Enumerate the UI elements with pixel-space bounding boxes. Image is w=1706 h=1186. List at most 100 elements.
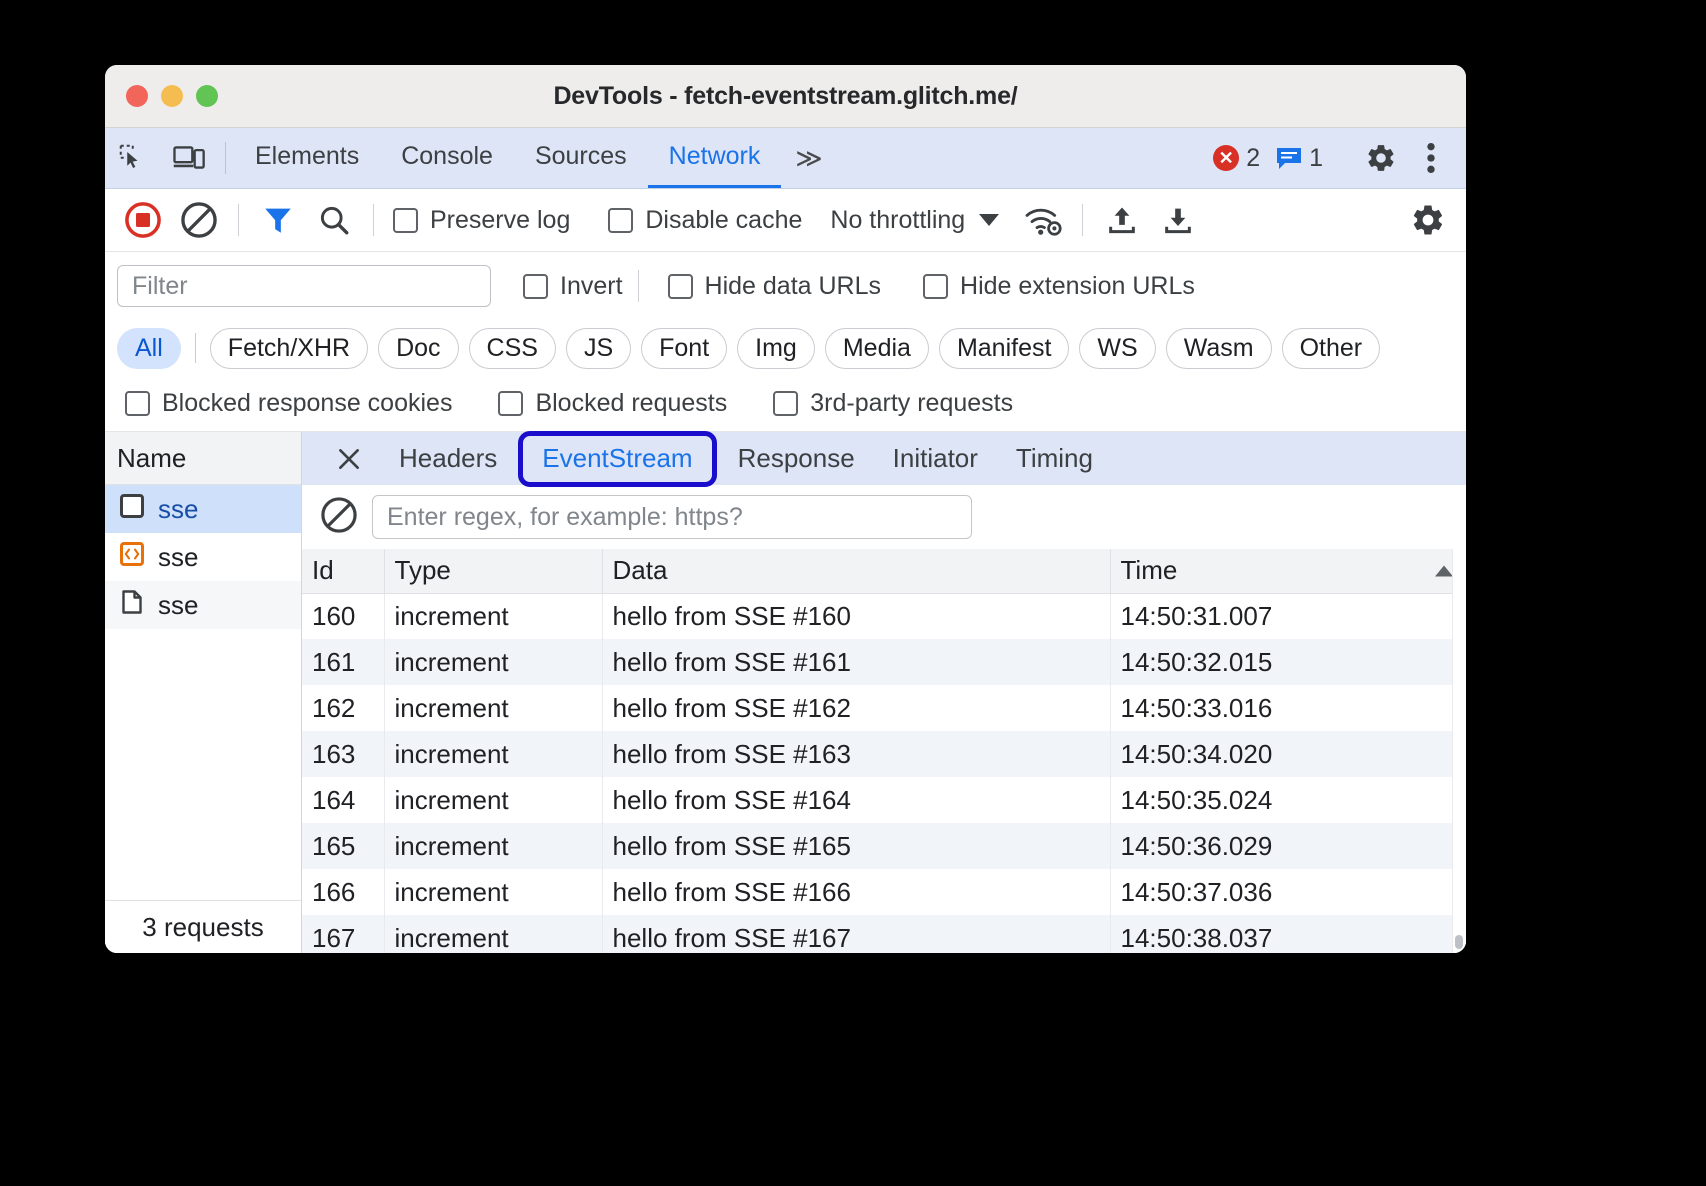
- detail-tab-initiator[interactable]: Initiator: [874, 432, 997, 485]
- cell-id: 165: [302, 823, 384, 869]
- table-row[interactable]: 167 increment hello from SSE #167 14:50:…: [302, 915, 1466, 953]
- table-row[interactable]: 164 increment hello from SSE #164 14:50:…: [302, 777, 1466, 823]
- inspect-element-icon[interactable]: [105, 128, 161, 188]
- disable-cache-label: Disable cache: [645, 206, 802, 235]
- eventstream-regex-input[interactable]: [372, 495, 972, 539]
- type-filter-img[interactable]: Img: [737, 328, 815, 369]
- request-name-column-header[interactable]: Name: [105, 432, 301, 485]
- hide-extension-urls-checkbox[interactable]: Hide extension URLs: [917, 272, 1201, 301]
- detail-tab-eventstream[interactable]: EventStream: [518, 431, 716, 487]
- toolbar-divider-3: [1082, 204, 1083, 236]
- type-filter-all[interactable]: All: [117, 328, 181, 369]
- cell-id: 162: [302, 685, 384, 731]
- disable-cache-checkbox[interactable]: Disable cache: [602, 206, 808, 235]
- more-tabs-button[interactable]: ≫: [781, 128, 836, 188]
- type-filter-other[interactable]: Other: [1282, 328, 1381, 369]
- cell-time: 14:50:36.029: [1110, 823, 1466, 869]
- type-filter-font[interactable]: Font: [641, 328, 727, 369]
- filter-funnel-icon[interactable]: [252, 194, 304, 246]
- tab-elements[interactable]: Elements: [234, 128, 380, 188]
- detail-tab-headers[interactable]: Headers: [380, 432, 516, 485]
- device-toolbar-icon[interactable]: [161, 128, 217, 188]
- type-filter-doc[interactable]: Doc: [378, 328, 458, 369]
- devtools-tabbar-right: ✕ 2 1: [1213, 128, 1466, 188]
- search-icon[interactable]: [308, 194, 360, 246]
- detail-tab-bar: Headers EventStream Response Initiator T…: [302, 432, 1466, 485]
- hide-data-urls-checkbox[interactable]: Hide data URLs: [662, 272, 887, 301]
- column-header-id[interactable]: Id: [302, 549, 384, 593]
- column-header-type[interactable]: Type: [384, 549, 602, 593]
- type-filter-css[interactable]: CSS: [469, 328, 556, 369]
- type-filter-ws[interactable]: WS: [1079, 328, 1155, 369]
- blocked-response-cookies-box[interactable]: [125, 391, 150, 416]
- chevron-down-icon: [979, 214, 999, 226]
- table-row[interactable]: 161 increment hello from SSE #161 14:50:…: [302, 639, 1466, 685]
- blocked-response-cookies-checkbox[interactable]: Blocked response cookies: [119, 389, 458, 418]
- cell-data: hello from SSE #167: [602, 915, 1110, 953]
- third-party-requests-checkbox[interactable]: 3rd-party requests: [767, 389, 1019, 418]
- detail-tab-timing[interactable]: Timing: [997, 432, 1112, 485]
- table-row[interactable]: 166 increment hello from SSE #166 14:50:…: [302, 869, 1466, 915]
- table-row[interactable]: 162 increment hello from SSE #162 14:50:…: [302, 685, 1466, 731]
- gear-icon[interactable]: [1356, 133, 1406, 183]
- cell-type: increment: [384, 731, 602, 777]
- request-list: sse sse: [105, 485, 301, 900]
- table-row[interactable]: 160 increment hello from SSE #160 14:50:…: [302, 593, 1466, 639]
- column-header-time[interactable]: Time: [1110, 549, 1466, 593]
- close-icon[interactable]: [318, 432, 380, 485]
- blocked-square-icon: [119, 493, 145, 526]
- invert-checkbox[interactable]: Invert: [517, 272, 629, 301]
- cell-time: 14:50:34.020: [1110, 731, 1466, 777]
- clear-events-icon[interactable]: [320, 496, 358, 539]
- blocked-requests-box[interactable]: [498, 391, 523, 416]
- filter-input[interactable]: [117, 265, 491, 307]
- network-settings-gear-icon[interactable]: [1402, 194, 1454, 246]
- type-filter-js[interactable]: JS: [566, 328, 631, 369]
- tab-network[interactable]: Network: [648, 128, 782, 188]
- vertical-scrollbar[interactable]: [1452, 549, 1466, 953]
- table-row[interactable]: 165 increment hello from SSE #165 14:50:…: [302, 823, 1466, 869]
- preserve-log-checkbox[interactable]: Preserve log: [387, 206, 576, 235]
- cell-type: increment: [384, 685, 602, 731]
- title-bar: DevTools - fetch-eventstream.glitch.me/: [105, 65, 1466, 128]
- document-icon: [119, 589, 145, 622]
- request-name: sse: [158, 590, 198, 621]
- message-counter[interactable]: 1: [1276, 144, 1323, 173]
- scrollbar-thumb[interactable]: [1455, 935, 1463, 949]
- third-party-requests-box[interactable]: [773, 391, 798, 416]
- request-row-2[interactable]: sse: [105, 533, 301, 581]
- table-row[interactable]: 163 increment hello from SSE #163 14:50:…: [302, 731, 1466, 777]
- type-filter-fetch-xhr[interactable]: Fetch/XHR: [210, 328, 368, 369]
- invert-box[interactable]: [523, 274, 548, 299]
- cell-time: 14:50:37.036: [1110, 869, 1466, 915]
- tab-console[interactable]: Console: [380, 128, 514, 188]
- type-filter-manifest[interactable]: Manifest: [939, 328, 1069, 369]
- request-row-1[interactable]: sse: [105, 485, 301, 533]
- hide-data-urls-box[interactable]: [668, 274, 693, 299]
- type-filter-media[interactable]: Media: [825, 328, 929, 369]
- clear-icon[interactable]: [173, 194, 225, 246]
- error-counter[interactable]: ✕ 2: [1213, 144, 1260, 173]
- request-row-3[interactable]: sse: [105, 581, 301, 629]
- throttling-dropdown[interactable]: No throttling: [830, 206, 999, 235]
- type-filter-wasm[interactable]: Wasm: [1166, 328, 1272, 369]
- column-header-time-label: Time: [1121, 555, 1178, 585]
- detail-tab-response[interactable]: Response: [719, 432, 874, 485]
- toolbar-divider-2: [373, 204, 374, 236]
- record-stop-icon[interactable]: [117, 194, 169, 246]
- disable-cache-box[interactable]: [608, 208, 633, 233]
- tab-sources[interactable]: Sources: [514, 128, 648, 188]
- cell-type: increment: [384, 915, 602, 953]
- hide-extension-urls-box[interactable]: [923, 274, 948, 299]
- message-icon: [1276, 147, 1302, 169]
- download-har-icon[interactable]: [1152, 194, 1204, 246]
- cell-data: hello from SSE #162: [602, 685, 1110, 731]
- preserve-log-box[interactable]: [393, 208, 418, 233]
- blocked-requests-checkbox[interactable]: Blocked requests: [492, 389, 733, 418]
- cell-type: increment: [384, 823, 602, 869]
- kebab-menu-icon[interactable]: [1406, 133, 1456, 183]
- upload-har-icon[interactable]: [1096, 194, 1148, 246]
- wifi-settings-icon[interactable]: [1017, 194, 1069, 246]
- request-count-footer: 3 requests: [105, 900, 301, 953]
- column-header-data[interactable]: Data: [602, 549, 1110, 593]
